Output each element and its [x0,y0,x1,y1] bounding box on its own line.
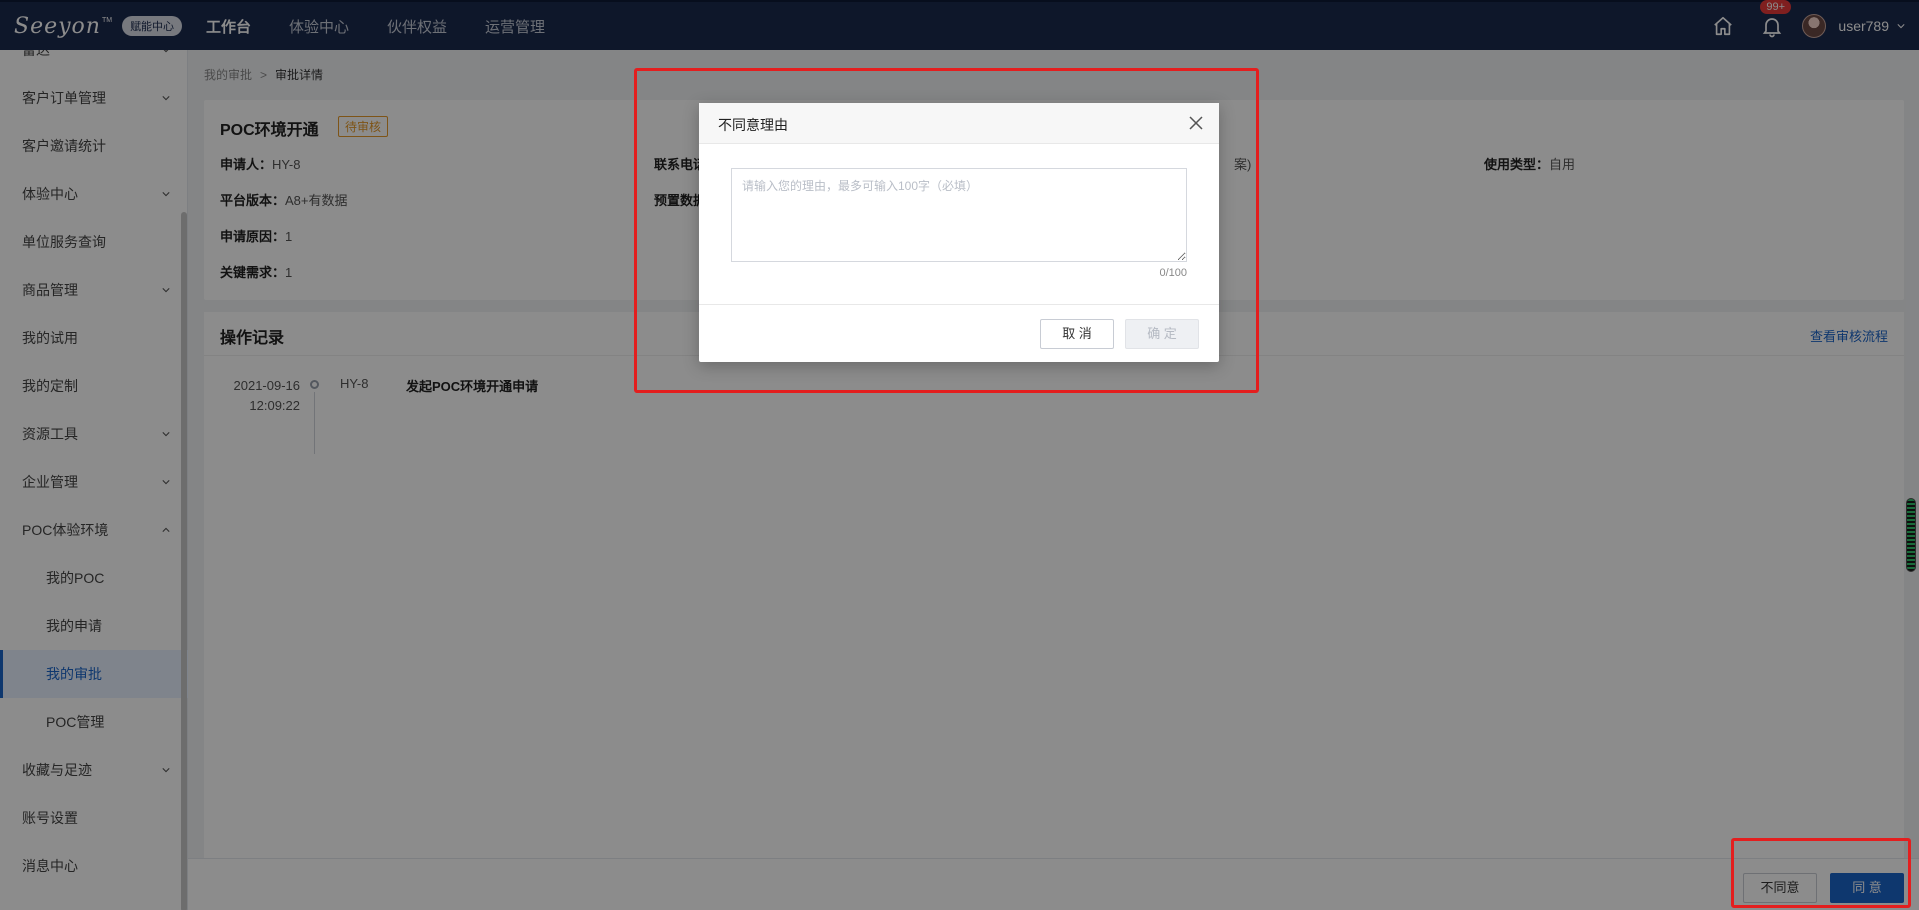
footer-buttons-highlight-box [1731,838,1911,908]
dialog-highlight-box [634,68,1259,393]
